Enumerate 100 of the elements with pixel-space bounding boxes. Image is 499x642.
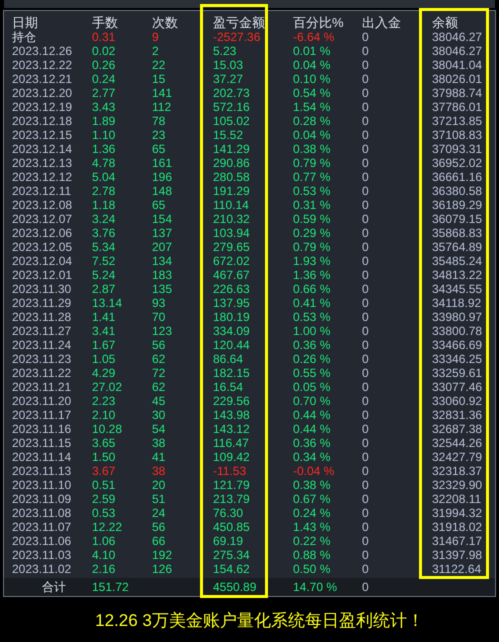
flow-cell-text: 0: [362, 142, 370, 156]
pnl-cell: 116.47: [213, 436, 249, 450]
balance-cell-text: 33259.61: [432, 366, 484, 380]
pnl-cell: 334.09: [213, 324, 250, 338]
trades-cell: 93: [152, 296, 166, 310]
balance-cell-text: 36079.15: [432, 212, 484, 226]
flow-cell-text: 0: [362, 184, 370, 198]
percent-cell: 1.93 %: [293, 254, 330, 268]
date-cell-text: 2023.12.06: [12, 226, 74, 240]
percent-cell: 0.59 %: [293, 212, 330, 226]
flow-cell-text: 0: [362, 352, 370, 366]
trades-cell: 38: [152, 464, 166, 478]
date-cell-text: 2023.12.08: [12, 198, 74, 212]
date-cell-text: 2023.11.02: [12, 562, 72, 576]
percent-cell: 0.29 %: [293, 226, 330, 240]
date-cell-text: 2023.12.20: [12, 86, 74, 100]
lots-cell: 3.76: [92, 226, 116, 240]
date-cell-text: 2023.12.26: [12, 44, 74, 58]
date-cell-text: 2023.11.17: [12, 408, 72, 422]
lots-cell: 7.52: [92, 254, 116, 268]
trades-cell: 45: [152, 394, 166, 408]
lots-cell: 1.41: [92, 310, 116, 324]
pnl-cell: 467.67: [213, 268, 250, 282]
trades-cell: 15: [152, 72, 166, 86]
trades-cell: 56: [152, 520, 166, 534]
lots-cell: 3.67: [92, 464, 116, 478]
lots-cell: 1.36: [92, 142, 116, 156]
trades-cell: 66: [152, 534, 166, 548]
balance-cell-text: 38041.04: [432, 58, 484, 72]
percent-cell: 0.26 %: [293, 352, 330, 366]
date-cell-text: 2023.12.12: [12, 170, 74, 184]
date-cell-text: 2023.11.27: [12, 324, 72, 338]
flow-cell-text: 0: [362, 436, 370, 450]
lots-cell: 0.24: [92, 72, 116, 86]
percent-cell: 0.28 %: [293, 114, 330, 128]
trades-cell: 126: [152, 562, 172, 576]
percent-cell: 0.77 %: [293, 170, 330, 184]
column-header: 盈亏金额: [213, 15, 266, 30]
trades-cell: 135: [152, 282, 172, 296]
trades-cell: 183: [152, 268, 172, 282]
pnl-cell: 182.15: [213, 366, 250, 380]
pnl-cell: 450.85: [213, 520, 250, 534]
pnl-cell: -2527.36: [213, 30, 260, 44]
lots-cell: 13.14: [92, 296, 122, 310]
balance-cell-text: 33466.69: [432, 338, 484, 352]
lots-cell: 0.02: [92, 44, 116, 58]
trades-cell: 62: [152, 352, 166, 366]
percent-cell: 0.79 %: [293, 240, 330, 254]
pnl-cell: 37.27: [213, 72, 244, 86]
balance-cell-text: 35868.83: [432, 226, 484, 240]
pnl-cell: 191.29: [213, 184, 250, 198]
flow-cell-text: 0: [362, 324, 370, 338]
pnl-cell: 109.42: [213, 450, 250, 464]
date-cell-text: 2023.11.15: [12, 436, 72, 450]
balance-cell-text: 32329.90: [432, 478, 484, 492]
pnl-cell: 213.79: [213, 492, 250, 506]
trades-cell: 38: [152, 436, 166, 450]
balance-cell-text: 37786.01: [432, 100, 484, 114]
percent-cell: 1.00 %: [293, 324, 330, 338]
percent-cell-text: 14.70 %: [293, 580, 338, 594]
date-cell-text: 2023.11.23: [12, 352, 72, 366]
pnl-cell: 137.95: [213, 296, 250, 310]
date-cell-text: 2023.11.13: [12, 464, 72, 478]
balance-cell-text: 37213.85: [432, 114, 484, 128]
date-cell-text: 2023.11.24: [12, 338, 72, 352]
lots-cell: 4.29: [92, 366, 116, 380]
date-cell-text: 2023.11.21: [12, 380, 72, 394]
pnl-cell: 143.98: [213, 408, 250, 422]
flow-cell-text: 0: [362, 338, 370, 352]
balance-cell-text: 31918.02: [432, 520, 484, 534]
balance-cell-text: 34345.55: [432, 282, 484, 296]
percent-cell: 0.88 %: [293, 548, 330, 562]
balance-cell-text: 32208.11: [432, 492, 482, 506]
balance-cell-text: 37108.83: [432, 128, 484, 142]
percent-cell: 0.53 %: [293, 310, 330, 324]
lots-cell: 1.50: [92, 450, 116, 464]
pnl-cell: 69.19: [213, 534, 244, 548]
lots-cell: 1.10: [92, 128, 116, 142]
lots-cell: 2.10: [92, 408, 116, 422]
date-cell-text: 2023.11.06: [12, 534, 72, 548]
lots-cell: 1.89: [92, 114, 116, 128]
trades-cell: 65: [152, 198, 166, 212]
percent-cell: 1.54 %: [293, 100, 330, 114]
flow-cell-text: 0: [362, 478, 370, 492]
flow-cell-text: 0: [362, 520, 370, 534]
pnl-cell: 202.73: [213, 86, 250, 100]
date-cell-text: 2023.11.30: [12, 282, 72, 296]
balance-cell-text: 36189.29: [432, 198, 484, 212]
flow-cell-text: 0: [362, 100, 370, 114]
lots-cell: 1.05: [92, 352, 116, 366]
date-cell-text: 2023.12.14: [12, 142, 74, 156]
total-label: 合计: [41, 580, 67, 594]
pnl-cell: 110.14: [213, 198, 249, 212]
flow-cell-text: 0: [362, 580, 370, 594]
percent-cell: 0.50 %: [293, 562, 330, 576]
balance-cell-text: 36661.16: [432, 170, 484, 184]
pnl-cell: 226.63: [213, 282, 250, 296]
balance-cell-text: 33346.25: [432, 352, 484, 366]
date-cell-text: 2023.12.13: [12, 156, 74, 170]
percent-cell: 0.05 %: [293, 380, 330, 394]
